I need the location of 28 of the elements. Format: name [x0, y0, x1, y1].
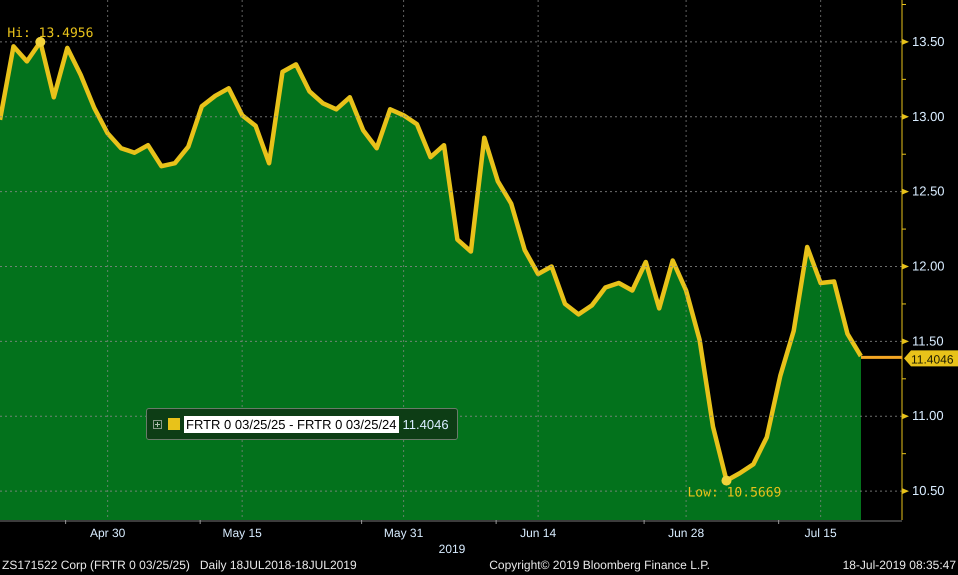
last-value-label: 11.4046: [904, 350, 958, 366]
low-label: Low: 10.5669: [687, 486, 782, 501]
period-label: Daily 18JUL2018-18JUL2019: [200, 558, 357, 572]
y-axis-label: 12.50: [912, 184, 945, 199]
x-axis-label: May 31: [384, 526, 424, 540]
x-axis-label: Jun 28: [668, 526, 704, 540]
copyright-text: Copyright© 2019 Bloomberg Finance L.P.: [489, 558, 710, 572]
x-axis-label: Jul 15: [804, 526, 837, 540]
legend-swatch: [168, 418, 180, 430]
y-axis-label: 11.00: [912, 408, 944, 424]
x-axis-label: May 15: [222, 526, 262, 540]
x-axis-title: 2019: [438, 542, 466, 555]
y-axis-label: 13.00: [912, 108, 945, 124]
y-axis-label: 13.50: [912, 34, 945, 49]
y-axis-label: 12.00: [912, 258, 945, 274]
low-marker: [721, 476, 732, 486]
timestamp: 18-Jul-2019 08:35:47: [842, 558, 956, 572]
x-axis-label: Jun 14: [520, 526, 556, 540]
x-axis-label: Apr 30: [90, 526, 126, 540]
legend-value: 11.4046: [402, 416, 449, 432]
y-axis-label: 10.50: [912, 483, 945, 498]
y-axis-label: 11.50: [912, 333, 944, 348]
security-label: ZS171522 Corp (FRTR 0 03/25/25): [2, 558, 190, 572]
last-value-line: [861, 356, 902, 359]
legend-label[interactable]: FRTR 0 03/25/25 - FRTR 0 03/25/24: [184, 416, 399, 432]
high-label: Hi: 13.4956: [7, 26, 94, 41]
high-marker: [35, 36, 46, 47]
expand-icon[interactable]: [153, 420, 162, 428]
